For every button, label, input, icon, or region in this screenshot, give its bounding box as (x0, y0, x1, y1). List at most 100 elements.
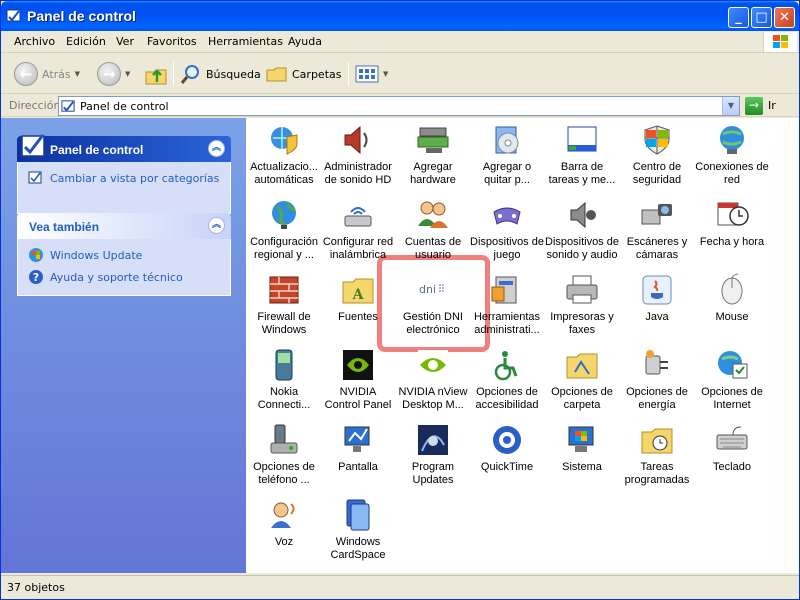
folders-button[interactable]: Carpetas (266, 60, 341, 88)
calendar-clock-icon (715, 198, 749, 232)
switch-category-view-link[interactable]: Cambiar a vista por categorías (28, 170, 220, 186)
control-panel-item[interactable]: Firewall de Windows (247, 271, 321, 343)
control-panel-item[interactable]: Java (620, 271, 694, 343)
quicktime-icon (490, 423, 524, 457)
control-panel-item[interactable]: Agregar hardware (396, 121, 470, 193)
minimize-button[interactable]: _ (728, 7, 749, 28)
address-input[interactable]: Panel de control ▼ (58, 96, 740, 116)
control-panel-item[interactable]: Sistema (545, 421, 619, 493)
forward-button[interactable]: → ▼ (97, 60, 130, 88)
control-panel-item-label: Opciones de teléfono ... (253, 461, 315, 486)
forward-arrow-icon: → (97, 62, 121, 86)
system-icon (565, 423, 599, 457)
see-also-box-title: Vea también (29, 220, 100, 234)
control-panel-item[interactable]: Teclado (695, 421, 769, 493)
menu-edicion[interactable]: Edición (66, 35, 106, 48)
control-panel-item[interactable]: Tareas programadas (620, 421, 694, 493)
control-panel-item[interactable]: NVIDIA Control Panel (321, 346, 395, 418)
control-panel-item-label: Gestión DNI electrónico (403, 311, 463, 336)
control-panel-item[interactable]: Program Updates (396, 421, 470, 493)
control-panel-item[interactable]: Herramientas administrati... (470, 271, 544, 343)
menu-ayuda[interactable]: Ayuda (288, 35, 322, 48)
address-dropdown-icon[interactable]: ▼ (722, 97, 739, 115)
control-panel-item[interactable]: Nokia Connecti... (247, 346, 321, 418)
control-panel-item[interactable]: Dispositivos de juego (470, 196, 544, 268)
title-bar[interactable]: Panel de control _ □ ✕ (1, 1, 799, 31)
control-panel-box-header[interactable]: Panel de control ︽ (17, 134, 231, 162)
see-also-box-header[interactable]: Vea también ︽ (17, 213, 231, 239)
control-panel-item[interactable]: Mouse (695, 271, 769, 343)
control-panel-item-label: Cuentas de usuario (404, 236, 462, 261)
control-panel-item[interactable]: Conexiones de red (695, 121, 769, 193)
control-panel-item[interactable]: Actualizacio... automáticas (247, 121, 321, 193)
display-icon (341, 423, 375, 457)
control-panel-item[interactable]: Opciones de teléfono ... (247, 421, 321, 493)
control-panel-item[interactable]: Impresoras y faxes (545, 271, 619, 343)
control-panel-item[interactable]: Opciones de energía (620, 346, 694, 418)
views-dropdown-icon[interactable]: ▼ (383, 70, 388, 78)
back-button[interactable]: ← Atrás ▼ (14, 60, 80, 88)
back-dropdown-icon[interactable]: ▼ (75, 70, 80, 78)
control-panel-item[interactable]: Opciones de carpeta (545, 346, 619, 418)
back-arrow-icon: ← (14, 62, 38, 86)
control-panel-item[interactable]: Centro de seguridad (620, 121, 694, 193)
collapse-icon[interactable]: ︽ (208, 217, 225, 234)
control-panel-item-label: Nokia Connecti... (257, 386, 311, 411)
control-panel-box-body: Cambiar a vista por categorías (17, 162, 231, 214)
search-button[interactable]: Búsqueda (180, 60, 261, 88)
control-panel-item[interactable]: Voz (247, 496, 321, 568)
control-panel-item[interactable]: Windows CardSpace (321, 496, 395, 568)
control-panel-item[interactable]: Opciones de Internet (695, 346, 769, 418)
menu-ver[interactable]: Ver (116, 35, 134, 48)
go-label[interactable]: Ir (768, 99, 776, 112)
maximize-button[interactable]: □ (751, 7, 772, 28)
close-button[interactable]: ✕ (774, 7, 795, 28)
menu-herramientas[interactable]: Herramientas (208, 35, 283, 48)
help-support-link[interactable]: ? Ayuda y soporte técnico (28, 269, 220, 285)
control-panel-item-label: Opciones de carpeta (551, 386, 613, 411)
windows-update-link[interactable]: Windows Update (28, 247, 220, 263)
admin-tools-icon (490, 273, 524, 307)
control-panel-item[interactable]: Configurar red inalámbrica (321, 196, 395, 268)
menu-archivo[interactable]: Archivo (14, 35, 55, 48)
toolbar-separator (348, 62, 349, 86)
toolbar-separator (173, 62, 174, 86)
mouse-icon (715, 273, 749, 307)
scanner-icon (640, 198, 674, 232)
audio-icon (565, 198, 599, 232)
folder-up-icon (145, 69, 167, 85)
hardware-icon (416, 123, 450, 157)
control-panel-item-label: Herramientas administrati... (473, 311, 541, 336)
views-button[interactable]: ▼ (355, 60, 388, 88)
toolbar: ← Atrás ▼ → ▼ Búsqueda Carpetas ▼ (1, 54, 799, 94)
forward-dropdown-icon[interactable]: ▼ (125, 70, 130, 78)
network-globe-icon (715, 123, 749, 157)
control-panel-item-label: Actualizacio... automáticas (250, 161, 318, 186)
telephone-modem-icon (267, 423, 301, 457)
up-button[interactable] (144, 60, 168, 88)
control-panel-item[interactable]: Agregar o quitar p... (470, 121, 544, 193)
control-panel-item[interactable]: Cuentas de usuario (396, 196, 470, 268)
control-panel-item[interactable]: Barra de tareas y me... (545, 121, 619, 193)
control-panel-item[interactable]: Opciones de accesibilidad (470, 346, 544, 418)
control-panel-item[interactable]: Dispositivos de sonido y audio (545, 196, 619, 268)
control-panel-item[interactable]: Escáneres y cámaras (620, 196, 694, 268)
control-panel-item-label: Configuración regional y ... (250, 236, 318, 261)
address-bar: Dirección Panel de control ▼ → Ir (1, 95, 799, 117)
control-panel-item-label: Java (645, 311, 669, 323)
accessibility-icon (490, 348, 524, 382)
control-panel-item[interactable]: dni Gestión DNI electrónico (396, 271, 470, 343)
control-panel-item[interactable]: Pantalla (321, 421, 395, 493)
control-panel-item[interactable]: QuickTime (470, 421, 544, 493)
internet-options-icon (715, 348, 749, 382)
speech-icon (267, 498, 301, 532)
firewall-icon (267, 273, 301, 307)
collapse-icon[interactable]: ︽ (208, 140, 225, 157)
control-panel-item[interactable]: Administrador de sonido HD (321, 121, 395, 193)
go-arrow-icon[interactable]: → (745, 97, 763, 115)
control-panel-item[interactable]: Fecha y hora (695, 196, 769, 268)
control-panel-item[interactable]: NVIDIA nView Desktop M... (396, 346, 470, 418)
menu-favoritos[interactable]: Favoritos (147, 35, 197, 48)
control-panel-item[interactable]: A Fuentes (321, 271, 395, 343)
control-panel-item[interactable]: Configuración regional y ... (247, 196, 321, 268)
